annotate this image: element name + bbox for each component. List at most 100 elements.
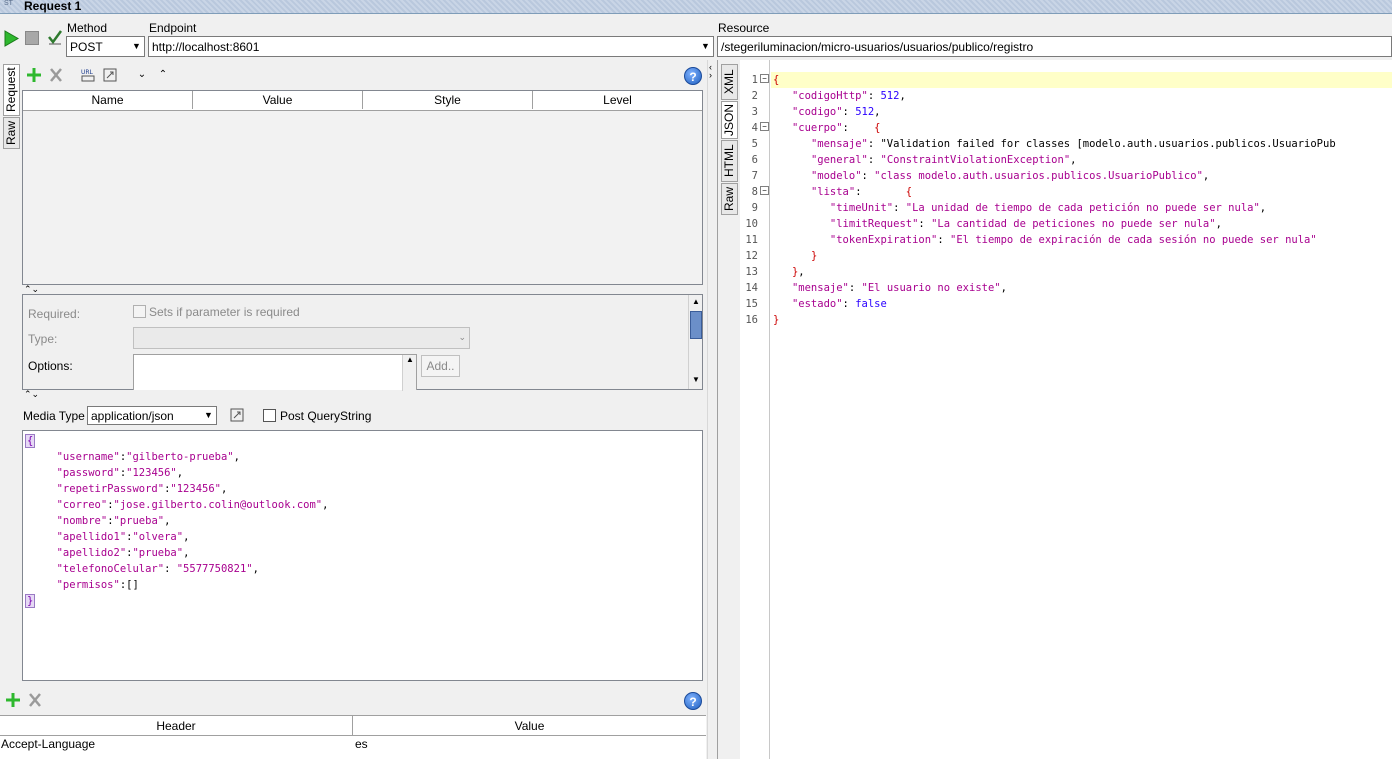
line-number: 8	[751, 186, 758, 198]
post-querystring-checkbox[interactable]	[263, 409, 276, 422]
endpoint-value: http://localhost:8601	[152, 40, 260, 54]
plus-icon	[6, 693, 20, 707]
response-line: "mensaje": "El usuario no existe",	[791, 282, 1007, 294]
line-number: 4	[751, 122, 758, 134]
request-body-line: "permisos":[]	[56, 579, 139, 591]
request-body-line: "username":"gilberto-prueba",	[56, 451, 240, 463]
line-number: 6	[751, 154, 758, 166]
scroll-thumb[interactable]	[690, 311, 702, 339]
remove-header-button[interactable]	[27, 691, 43, 709]
tab-xml[interactable]: XML	[721, 64, 738, 100]
response-body-content: { "codigoHttp": 512, "codigo": 512, "cue…	[773, 72, 1392, 328]
chevron-up-icon: ⌃	[158, 69, 168, 80]
request-body-line: "telefonoCelular": "5577750821",	[56, 563, 259, 575]
required-checkbox-label: Sets if parameter is required	[149, 305, 300, 319]
column-header-value[interactable]: Value	[193, 91, 363, 109]
collapse-splitter-2[interactable]: ⌃⌄	[24, 390, 44, 399]
required-label: Required:	[28, 307, 81, 321]
validate-button[interactable]	[47, 28, 63, 46]
tab-response-raw[interactable]: Raw	[721, 183, 738, 215]
request-body-line: "apellido1":"olvera",	[56, 531, 190, 543]
line-number: 9	[751, 202, 758, 214]
params-table: Name Value Style Level	[22, 90, 703, 285]
collapse-splitter[interactable]: ⌃⌄	[24, 285, 44, 294]
line-number: 10	[745, 218, 758, 230]
request-body-line: "password":"123456",	[56, 467, 184, 479]
plus-icon	[27, 68, 41, 82]
help-icon[interactable]: ?	[684, 67, 702, 85]
request-body-editor[interactable]: { "username":"gilberto-prueba", "passwor…	[22, 430, 703, 681]
tab-html[interactable]: HTML	[721, 140, 738, 182]
fold-marker[interactable]: −	[760, 122, 769, 131]
line-number: 7	[751, 170, 758, 182]
url-encode-button[interactable]: URL	[80, 68, 96, 82]
request-body-line: "nombre":"prueba",	[56, 515, 171, 527]
column-header-level[interactable]: Level	[533, 91, 702, 109]
stop-button[interactable]	[25, 31, 39, 45]
response-line: "cuerpo": {	[791, 122, 881, 134]
tab-request-raw[interactable]: Raw	[3, 117, 20, 149]
app-logo: ST	[4, 0, 13, 7]
scroll-up-icon: ▲	[406, 355, 414, 364]
headers-table-header: Header Value	[0, 716, 706, 736]
line-number: 14	[745, 282, 758, 294]
request-body-line: "correo":"jose.gilberto.colin@outlook.co…	[56, 499, 329, 511]
add-option-button[interactable]: Add..	[421, 355, 460, 377]
response-line: },	[791, 266, 805, 278]
response-line: "tokenExpiration": "El tiempo de expirac…	[829, 234, 1317, 246]
endpoint-input[interactable]: http://localhost:8601 ▼	[148, 36, 714, 57]
fold-marker[interactable]: −	[760, 74, 769, 83]
tab-json[interactable]: JSON	[721, 101, 738, 139]
column-header-style[interactable]: Style	[363, 91, 533, 109]
remove-param-button[interactable]	[48, 66, 64, 84]
params-table-header: Name Value Style Level	[23, 91, 702, 111]
column-header-name[interactable]: Name	[23, 91, 193, 109]
checkmark-icon	[48, 30, 63, 45]
details-scrollbar[interactable]: ▲ ▼	[688, 295, 702, 389]
delete-x-icon	[29, 693, 41, 707]
endpoint-label: Endpoint	[149, 21, 197, 35]
add-param-button[interactable]	[26, 66, 42, 84]
param-details: Required: Sets if parameter is required …	[22, 294, 703, 391]
line-number: 16	[745, 314, 758, 326]
expand-editor-button[interactable]	[230, 408, 244, 422]
header-name-cell[interactable]: Accept-Language	[1, 737, 95, 751]
line-gutter: 1 2 3 4 5 6 7 8 9 10 11 12 13 14 15 16 − − −	[740, 60, 770, 759]
resource-input[interactable]: /stegeriluminacion/micro-usuarios/usuari…	[717, 36, 1392, 57]
required-checkbox[interactable]	[133, 305, 146, 318]
request-body-line: {	[25, 434, 36, 448]
column-header-header[interactable]: Header	[0, 716, 353, 736]
scroll-up-icon: ▲	[692, 297, 700, 306]
table-row[interactable]: Accept-Language es	[0, 736, 706, 754]
chevron-down-icon[interactable]: ▼	[698, 37, 713, 56]
request-body-line: "apellido2":"prueba",	[56, 547, 190, 559]
media-type-select[interactable]: application/json ▼	[87, 406, 217, 425]
column-header-value[interactable]: Value	[353, 716, 706, 736]
method-label: Method	[67, 21, 108, 35]
pane-divider[interactable]: ‹ ›	[707, 60, 717, 759]
url-encode-icon: URL	[81, 69, 95, 82]
line-numbers: 1 2 3 4 5 6 7 8 9 10 11 12 13 14 15 16	[740, 72, 758, 328]
title-bar: ST Request 1	[0, 0, 1392, 14]
line-number: 3	[751, 106, 758, 118]
line-number: 15	[745, 298, 758, 310]
header-value-cell[interactable]: es	[355, 737, 368, 751]
line-number: 2	[751, 90, 758, 102]
fold-marker[interactable]: −	[760, 186, 769, 195]
options-list[interactable]: ▲	[133, 354, 417, 391]
method-select[interactable]: POST ▼	[66, 36, 145, 57]
options-scrollbar[interactable]: ▲	[402, 355, 416, 391]
tab-request[interactable]: Request	[3, 64, 20, 116]
run-button[interactable]	[3, 30, 20, 47]
move-down-button[interactable]: ⌄	[136, 69, 148, 81]
collapse-left-icon[interactable]: ‹ ›	[709, 63, 712, 80]
chevron-down-icon: ▼	[132, 41, 141, 51]
type-select[interactable]: ⌄	[133, 327, 470, 349]
headers-help-icon[interactable]: ?	[684, 692, 702, 710]
line-number: 13	[745, 266, 758, 278]
add-header-button[interactable]	[5, 691, 21, 709]
expand-button[interactable]	[103, 68, 117, 82]
delete-x-icon	[50, 68, 62, 82]
chevron-down-icon: ▼	[204, 410, 213, 420]
move-up-button[interactable]: ⌃	[157, 69, 169, 81]
